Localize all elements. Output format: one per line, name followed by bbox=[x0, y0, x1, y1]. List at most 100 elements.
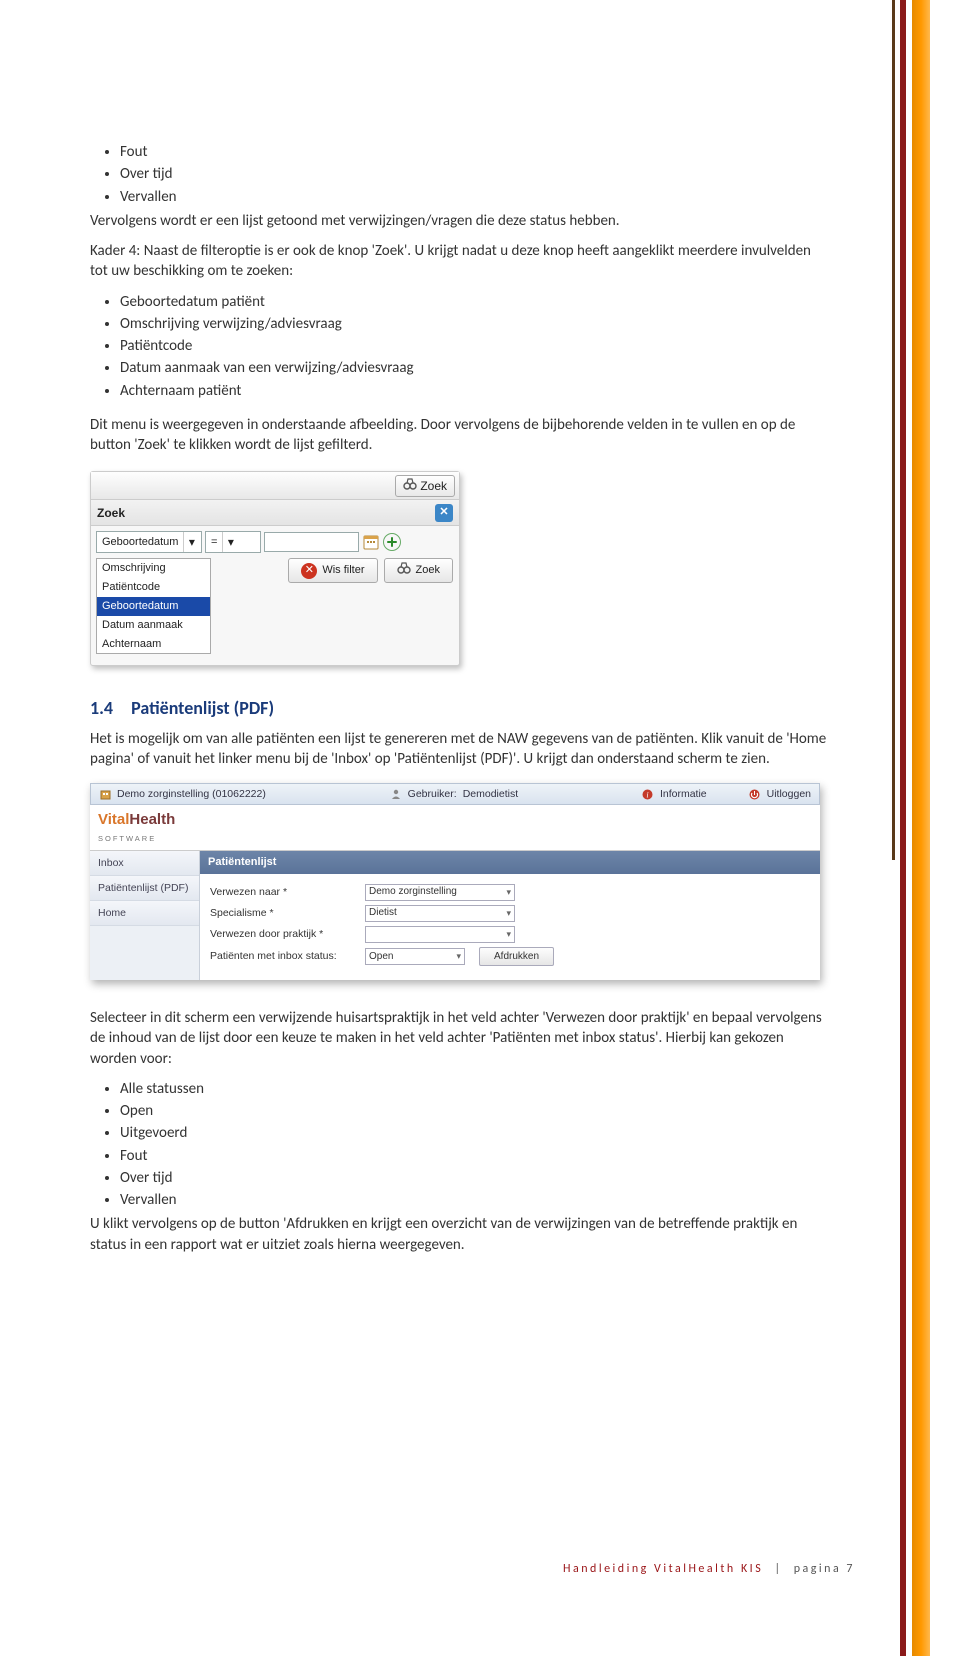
list-item: Patiëntcode bbox=[120, 336, 830, 356]
status-list-top: Fout Over tijd Vervallen bbox=[90, 142, 830, 207]
page-footer: Handleiding VitalHealth KIS | pagina 7 bbox=[563, 1562, 855, 1576]
form-row: Patiënten met inbox status: Open ▾ Afdruk… bbox=[210, 947, 810, 967]
building-icon bbox=[99, 788, 111, 800]
paragraph: Vervolgens wordt er een lijst getoond me… bbox=[90, 211, 830, 231]
search-button[interactable]: Zoek bbox=[384, 558, 453, 583]
list-item: Geboortedatum patiënt bbox=[120, 292, 830, 312]
info-link[interactable]: Informatie bbox=[660, 787, 707, 801]
decoration-stripe-orange bbox=[912, 0, 930, 1656]
search-toolbar: Zoek bbox=[91, 472, 459, 500]
list-item: Fout bbox=[120, 1146, 830, 1166]
cancel-icon: ✕ bbox=[301, 563, 317, 579]
status-list-bottom: Alle statussen Open Uitgevoerd Fout Over… bbox=[90, 1079, 830, 1211]
svg-text:i: i bbox=[647, 790, 649, 799]
app-main: Patiëntenlijst Verwezen naar * Demo zorg… bbox=[200, 851, 820, 980]
zoek-button[interactable]: Zoek bbox=[395, 475, 455, 497]
clear-filter-button[interactable]: ✕ Wis filter bbox=[288, 558, 377, 583]
dropdown-option[interactable]: Datum aanmaak bbox=[97, 616, 210, 635]
verwezen-door-select[interactable]: ▾ bbox=[365, 926, 515, 943]
chevron-down-icon: ▾ bbox=[506, 907, 511, 919]
footer-separator: | bbox=[774, 1562, 782, 1576]
search-value-input[interactable] bbox=[264, 532, 359, 552]
search-panel-title: Zoek bbox=[97, 505, 125, 521]
list-item: Vervallen bbox=[120, 187, 830, 207]
footer-title: Handleiding VitalHealth KIS bbox=[563, 1562, 763, 1576]
field-label: Patiënten met inbox status: bbox=[210, 949, 365, 963]
paragraph: Kader 4: Naast de filteroptie is er ook … bbox=[90, 241, 830, 282]
specialisme-select[interactable]: Dietist ▾ bbox=[365, 905, 515, 922]
status-select[interactable]: Open ▾ bbox=[365, 948, 465, 965]
patientenlijst-form: Verwezen naar * Demo zorginstelling▾ Spe… bbox=[200, 874, 820, 981]
brand-part1: Vital bbox=[98, 811, 129, 828]
sidebar-item-inbox[interactable]: Inbox bbox=[90, 851, 199, 876]
form-row: Specialisme * Dietist ▾ bbox=[210, 905, 810, 922]
brand-subtitle: SOFTWARE bbox=[98, 834, 156, 843]
application-screenshot: Demo zorginstelling (01062222) Gebruiker… bbox=[90, 783, 820, 980]
clear-filter-label: Wis filter bbox=[322, 563, 364, 578]
field-value: Demo zorginstelling bbox=[369, 885, 457, 899]
decoration-stripe-red bbox=[900, 0, 906, 1656]
app-body: Inbox Patiëntenlijst (PDF) Home Patiënte… bbox=[90, 850, 820, 980]
paragraph: Het is mogelijk om van alle patiënten ee… bbox=[90, 729, 830, 770]
dropdown-option-selected[interactable]: Geboortedatum bbox=[97, 597, 210, 616]
field-label: Verwezen naar * bbox=[210, 885, 365, 899]
operator-select[interactable]: = ▾ bbox=[205, 531, 261, 553]
chevron-down-icon: ▾ bbox=[456, 950, 461, 962]
paragraph: U klikt vervolgens op de button 'Afdrukk… bbox=[90, 1214, 830, 1255]
field-label: Specialisme * bbox=[210, 906, 365, 920]
field-select-value: Geboortedatum bbox=[97, 533, 183, 552]
list-item: Omschrijving verwijzing/adviesvraag bbox=[120, 314, 830, 334]
verwezen-naar-select[interactable]: Demo zorginstelling▾ bbox=[365, 884, 515, 901]
list-item: Over tijd bbox=[120, 164, 830, 184]
section-number: 1.4 bbox=[90, 697, 113, 719]
search-criteria-row: Geboortedatum ▾ = ▾ bbox=[91, 526, 459, 558]
list-item: Vervallen bbox=[120, 1190, 830, 1210]
field-value: Open bbox=[369, 950, 393, 964]
search-button-label: Zoek bbox=[416, 563, 440, 578]
zoek-button-label: Zoek bbox=[420, 478, 447, 494]
sidebar-item-home[interactable]: Home bbox=[90, 901, 199, 926]
search-panel-header: Zoek ✕ bbox=[91, 500, 459, 526]
logout-link[interactable]: Uitloggen bbox=[767, 787, 811, 801]
form-row: Verwezen door praktijk * ▾ bbox=[210, 926, 810, 943]
decoration-stripe-brown bbox=[892, 0, 895, 860]
sidebar-item-patientenlijst[interactable]: Patiëntenlijst (PDF) bbox=[90, 876, 199, 901]
calendar-icon[interactable] bbox=[362, 533, 380, 551]
org-name: Demo zorginstelling (01062222) bbox=[117, 787, 266, 801]
user-name: Demodietist bbox=[463, 787, 518, 801]
field-value: Dietist bbox=[369, 906, 397, 920]
list-item: Achternaam patiënt bbox=[120, 381, 830, 401]
list-item: Over tijd bbox=[120, 1168, 830, 1188]
list-item: Open bbox=[120, 1101, 830, 1121]
page-content: Fout Over tijd Vervallen Vervolgens word… bbox=[90, 140, 830, 1265]
footer-page: pagina 7 bbox=[794, 1562, 855, 1576]
close-icon[interactable]: ✕ bbox=[435, 504, 453, 522]
field-label: Verwezen door praktijk * bbox=[210, 927, 365, 941]
binoculars-icon bbox=[397, 562, 411, 579]
list-item: Datum aanmaak van een verwijzing/adviesv… bbox=[120, 358, 830, 378]
info-icon: i bbox=[642, 788, 654, 800]
list-item: Fout bbox=[120, 142, 830, 162]
panel-header: Patiëntenlijst bbox=[200, 851, 820, 874]
list-item: Alle statussen bbox=[120, 1079, 830, 1099]
dropdown-option[interactable]: Patiëntcode bbox=[97, 578, 210, 597]
app-sidebar: Inbox Patiëntenlijst (PDF) Home bbox=[90, 851, 200, 980]
brand-part2: Health bbox=[129, 811, 175, 828]
section-title-text: Patiëntenlijst (PDF) bbox=[131, 697, 274, 719]
dropdown-option[interactable]: Omschrijving bbox=[97, 559, 210, 578]
dropdown-option[interactable]: Achternaam bbox=[97, 635, 210, 654]
add-criteria-icon[interactable] bbox=[383, 533, 401, 551]
operator-select-value: = bbox=[206, 533, 222, 552]
logout-icon bbox=[749, 788, 761, 800]
brand-logo: VitalHealth SOFTWARE bbox=[90, 805, 820, 849]
field-select[interactable]: Geboortedatum ▾ bbox=[96, 531, 202, 553]
afdrukken-button[interactable]: Afdrukken bbox=[479, 947, 554, 967]
user-icon bbox=[390, 788, 402, 800]
paragraph: Dit menu is weergegeven in onderstaande … bbox=[90, 415, 830, 456]
field-dropdown-list: Omschrijving Patiëntcode Geboortedatum D… bbox=[96, 558, 211, 654]
app-topbar: Demo zorginstelling (01062222) Gebruiker… bbox=[90, 783, 820, 805]
user-label: Gebruiker: bbox=[408, 787, 457, 801]
search-panel-figure: Zoek Zoek ✕ Geboortedatum ▾ = ▾ bbox=[90, 471, 460, 666]
list-item: Uitgevoerd bbox=[120, 1123, 830, 1143]
chevron-down-icon: ▾ bbox=[506, 928, 511, 940]
